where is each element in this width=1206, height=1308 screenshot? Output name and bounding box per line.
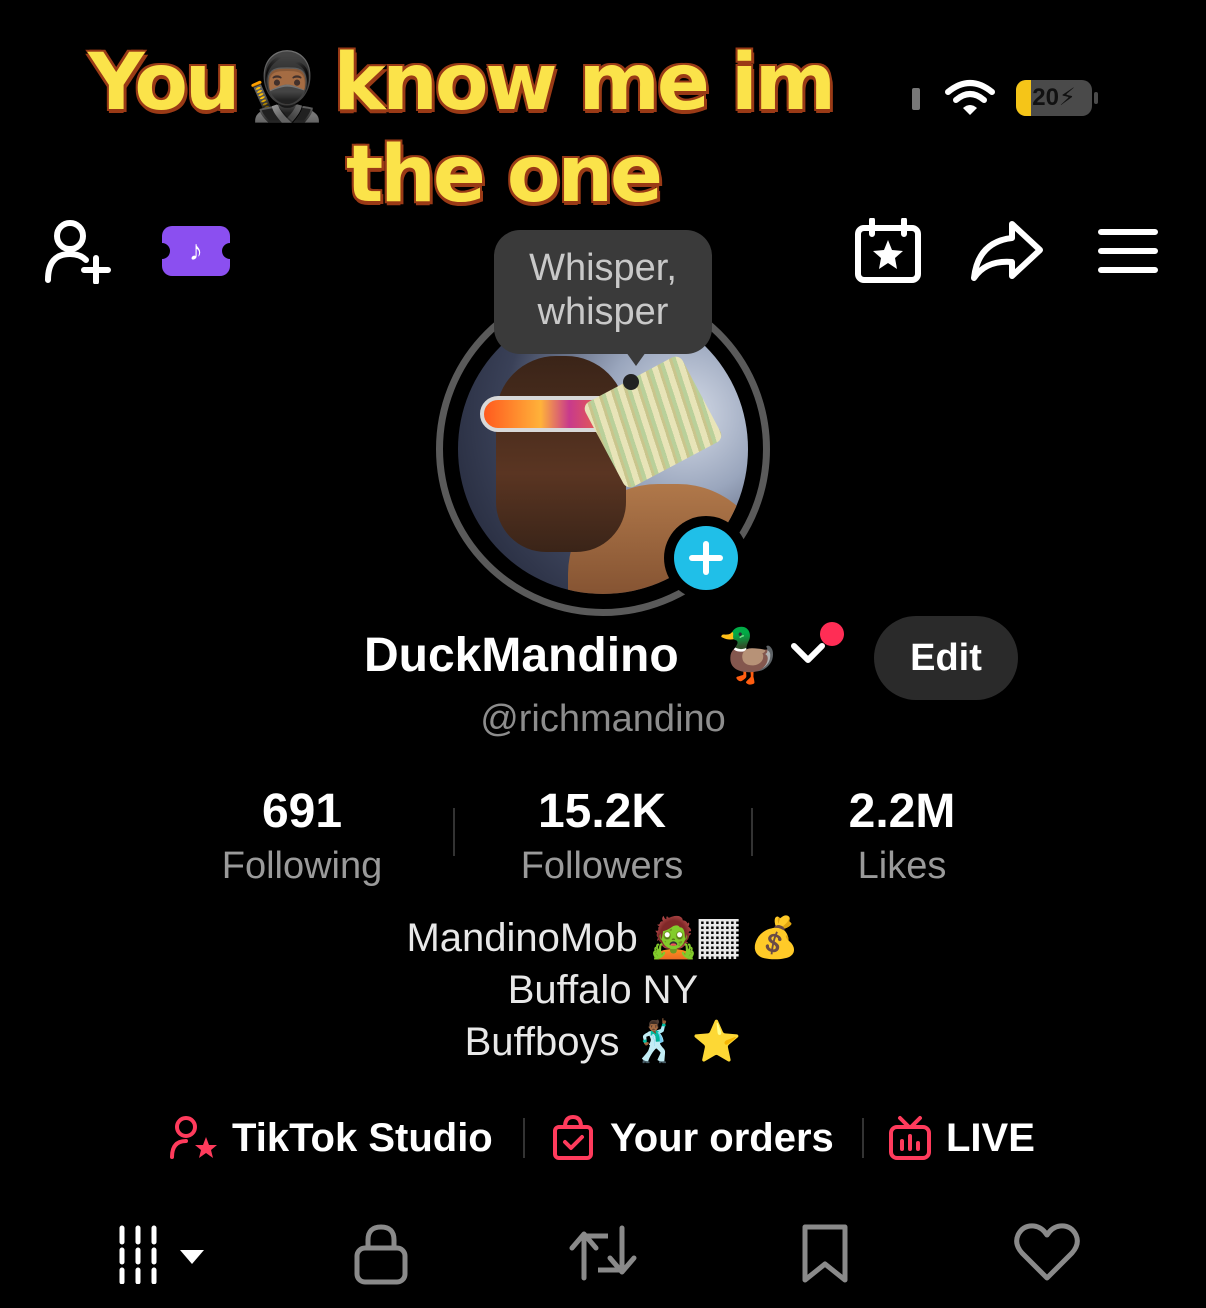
battery-percentage: 20⚡ (1032, 84, 1076, 111)
tiktok-coins-ticket-icon[interactable]: ♪ (154, 226, 238, 276)
caption-text-b: know me im (333, 38, 836, 128)
whisper-tooltip[interactable]: Whisper, whisper (494, 230, 712, 354)
profile-bio: MandinoMob 🧟🏾 💰 Buffalo NY Buffboys 🕺🏾 ⭐ (0, 912, 1206, 1068)
bio-line-3: Buffboys 🕺🏾 ⭐ (464, 1020, 742, 1064)
tooltip-line-2: whisper (537, 291, 669, 333)
stat-label: Followers (520, 845, 684, 887)
avatar-face (496, 356, 626, 552)
link-label: TikTok Studio (232, 1115, 493, 1160)
bio-line-2: Buffalo NY (507, 968, 699, 1012)
favorites-bookmark-icon[interactable] (800, 1222, 850, 1284)
stat-value: 15.2K (537, 785, 667, 838)
plus-icon (674, 526, 738, 590)
tooltip-arrow (626, 352, 646, 366)
live-tv-icon (889, 1116, 931, 1160)
bio-line-1: MandinoMob 🧟🏾 💰 (406, 916, 800, 960)
your-orders-link[interactable]: Your orders (552, 1108, 834, 1168)
profile-links-row: TikTok Studio Your orders LIVE (0, 1108, 1206, 1168)
display-name: DuckMandino (364, 629, 679, 682)
tiktok-studio-link[interactable]: TikTok Studio (170, 1108, 493, 1168)
stat-likes[interactable]: 2.2M Likes (752, 782, 1052, 890)
chevron-down-icon[interactable] (790, 640, 826, 668)
username-handle: @richmandino (480, 698, 726, 740)
videos-grid-icon[interactable] (116, 1222, 208, 1284)
private-lock-icon[interactable] (352, 1222, 410, 1286)
ticket-glyph: ♪ (189, 235, 203, 266)
battery-tip (1094, 92, 1098, 104)
live-link[interactable]: LIVE (888, 1108, 1035, 1168)
tooltip-line-1: Whisper, (529, 247, 677, 289)
menu-hamburger-icon[interactable] (1098, 228, 1158, 274)
link-label: LIVE (946, 1115, 1035, 1160)
caption-text-a: You (88, 38, 240, 128)
creator-star-icon (170, 1116, 217, 1159)
wifi-icon (945, 80, 995, 115)
add-story-button[interactable] (664, 516, 748, 600)
stat-label: Following (221, 845, 383, 887)
link-divider (523, 1118, 525, 1158)
reposts-icon[interactable] (568, 1222, 638, 1284)
link-divider (862, 1118, 864, 1158)
notification-dot (820, 622, 844, 646)
share-arrow-icon[interactable] (970, 220, 1044, 282)
edit-profile-button[interactable]: Edit (874, 616, 1018, 700)
caption-line-1: You 🥷🏾know me im (88, 38, 836, 128)
stat-label: Likes (857, 845, 947, 887)
stat-followers[interactable]: 15.2K Followers (452, 782, 752, 890)
stat-following[interactable]: 691 Following (152, 782, 452, 890)
stat-value: 2.2M (848, 785, 956, 838)
caption-line-2: the one (346, 130, 663, 220)
stat-value: 691 (261, 785, 343, 838)
calendar-star-icon[interactable] (854, 218, 922, 284)
link-label: Your orders (610, 1115, 834, 1160)
shopping-bag-icon (553, 1115, 593, 1160)
battery-charging-icon: 20⚡ (1016, 80, 1092, 116)
tooltip-anchor-dot (623, 374, 639, 390)
duck-emoji: 🦆 (716, 627, 781, 685)
liked-heart-icon[interactable] (1014, 1222, 1080, 1282)
ninja-emoji: 🥷🏾 (244, 48, 327, 125)
cellular-signal-icon (912, 88, 920, 110)
add-friend-icon[interactable] (44, 218, 116, 284)
